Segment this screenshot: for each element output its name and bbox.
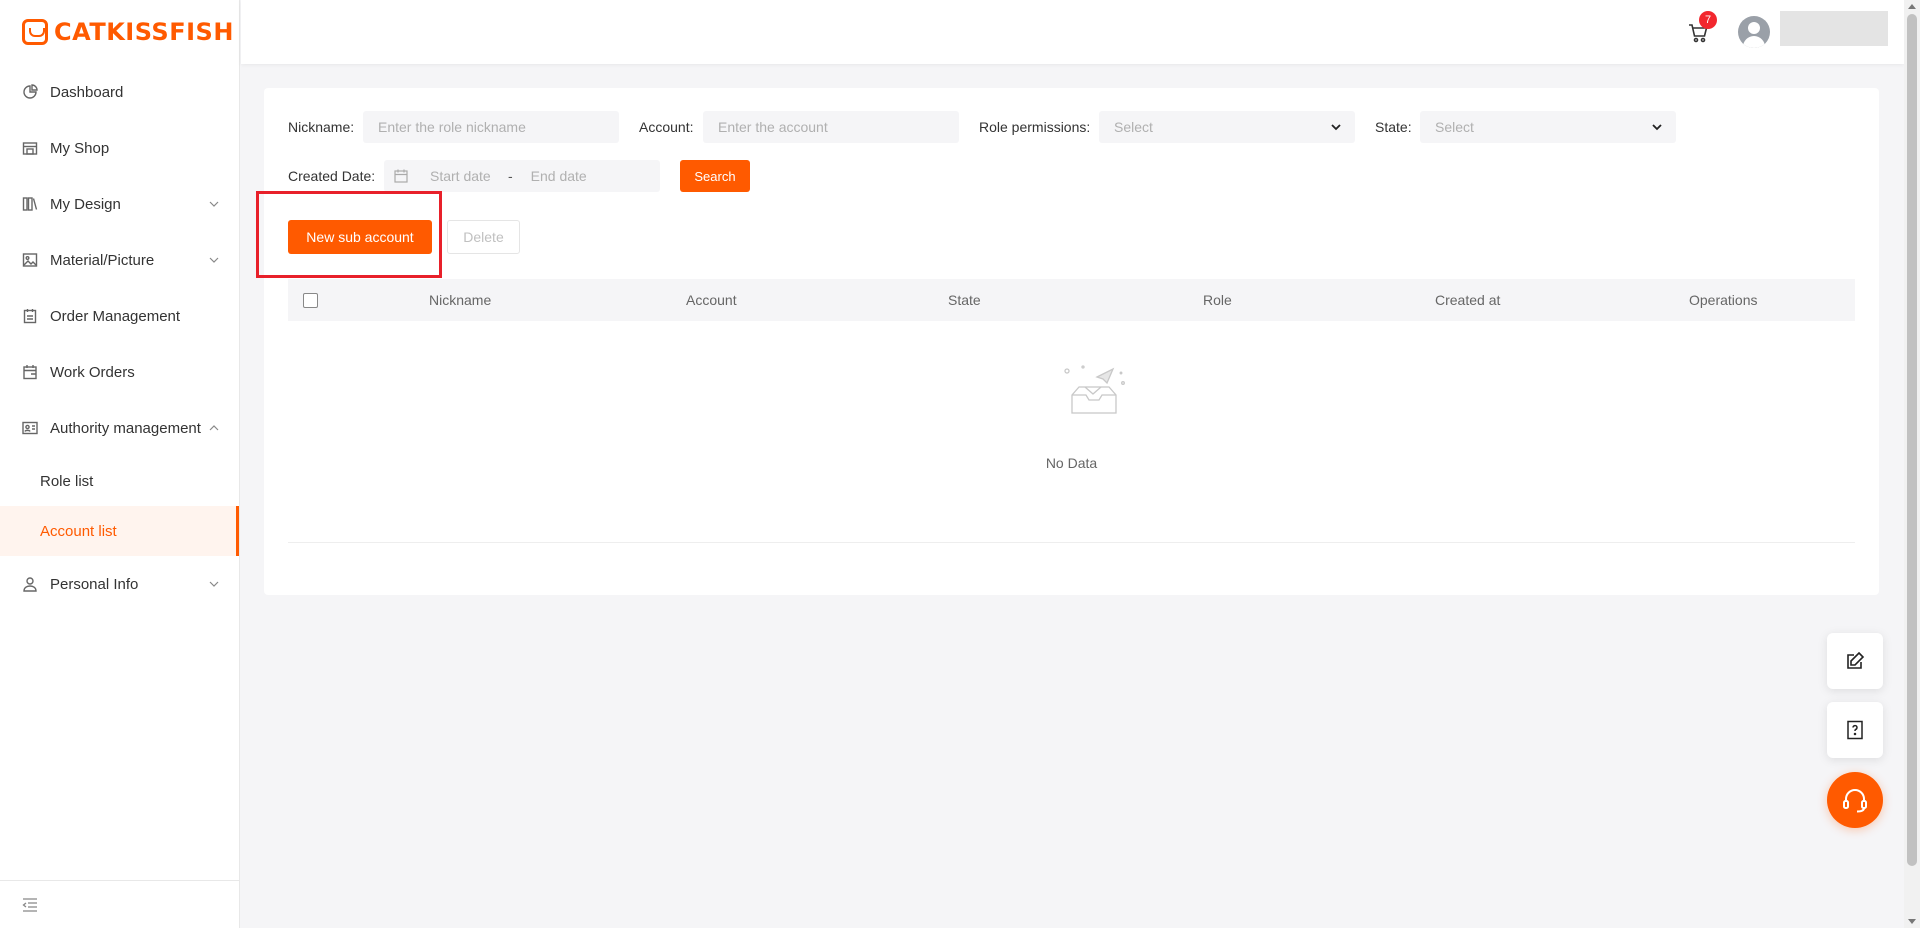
sidebar-item-label: Work Orders — [50, 363, 135, 381]
table-header: Nickname Account State Role Created at O… — [288, 279, 1855, 321]
sidebar-item-my-shop[interactable]: My Shop — [0, 120, 239, 176]
sidebar-menu: Dashboard My Shop My Design Material/Pic… — [0, 64, 239, 612]
scroll-down-arrow[interactable] — [1908, 919, 1916, 924]
highlight-box — [256, 191, 442, 278]
column-header-state: State — [948, 292, 981, 308]
cat-logo-icon — [22, 19, 48, 45]
sidebar-item-order-management[interactable]: Order Management — [0, 288, 239, 344]
help-manual-button[interactable] — [1827, 702, 1883, 758]
calendar-icon — [394, 169, 408, 183]
column-header-nickname: Nickname — [429, 292, 492, 308]
account-input[interactable]: Enter the account — [703, 111, 959, 143]
date-separator: - — [508, 168, 513, 184]
chevron-down-icon — [1331, 124, 1341, 131]
sidebar-item-label: My Design — [50, 195, 121, 213]
column-header-created-at: Created at — [1435, 292, 1501, 308]
sidebar-subitem-role-list[interactable]: Role list — [0, 456, 239, 506]
sidebar-item-label: Personal Info — [50, 575, 139, 593]
role-permissions-label: Role permissions: — [979, 119, 1091, 135]
sidebar-subitem-label: Account list — [40, 522, 117, 540]
collapse-sidebar-button[interactable] — [0, 880, 239, 928]
empty-state-text: No Data — [1045, 455, 1098, 471]
headset-icon — [1843, 789, 1867, 813]
edit-icon — [1847, 651, 1865, 669]
sidebar-item-dashboard[interactable]: Dashboard — [0, 64, 239, 120]
sidebar-item-authority-management[interactable]: Authority management — [0, 400, 239, 456]
account-list-panel: Nickname: Enter the role nickname Accoun… — [264, 88, 1879, 595]
user-name-placeholder[interactable] — [1780, 11, 1888, 46]
id-card-icon — [22, 420, 38, 436]
sidebar-subitem-account-list[interactable]: Account list — [0, 506, 239, 556]
sidebar: CATKISSFISH Dashboard My Shop My Design — [0, 0, 240, 928]
calendar-icon — [22, 364, 38, 380]
empty-inbox-icon — [1064, 365, 1125, 414]
chevron-down-icon — [209, 201, 219, 207]
column-header-account: Account — [686, 292, 737, 308]
state-value: Select — [1435, 119, 1474, 135]
user-icon — [22, 576, 38, 592]
created-date-label: Created Date: — [288, 168, 376, 184]
menu-collapse-icon — [22, 897, 37, 912]
empty-state: No Data — [288, 321, 1855, 543]
account-label: Account: — [639, 119, 694, 135]
help-book-icon — [1847, 720, 1863, 740]
brand-name: CATKISSFISH — [54, 18, 234, 46]
sidebar-item-material-picture[interactable]: Material/Picture — [0, 232, 239, 288]
scroll-up-arrow[interactable] — [1908, 4, 1916, 9]
state-label: State: — [1375, 119, 1412, 135]
page-scrollbar[interactable] — [1904, 0, 1920, 928]
created-date-range[interactable]: Start date - End date — [384, 160, 660, 192]
role-permissions-select[interactable]: Select — [1099, 111, 1355, 143]
state-select[interactable]: Select — [1420, 111, 1676, 143]
sidebar-item-label: Dashboard — [50, 83, 124, 101]
avatar[interactable] — [1738, 16, 1770, 48]
end-date-input[interactable]: End date — [531, 168, 587, 184]
clipboard-icon — [22, 308, 38, 324]
chevron-up-icon — [209, 425, 219, 431]
cart-count-badge: 7 — [1699, 11, 1717, 29]
column-header-operations: Operations — [1689, 292, 1758, 308]
customer-support-button[interactable] — [1827, 772, 1883, 828]
nickname-label: Nickname: — [288, 119, 355, 135]
pie-chart-icon — [22, 84, 38, 100]
image-icon — [22, 252, 38, 268]
select-all-checkbox[interactable] — [303, 293, 318, 308]
sidebar-item-personal-info[interactable]: Personal Info — [0, 556, 239, 612]
chevron-down-icon — [209, 257, 219, 263]
sidebar-item-my-design[interactable]: My Design — [0, 176, 239, 232]
sidebar-item-work-orders[interactable]: Work Orders — [0, 344, 239, 400]
shop-icon — [22, 140, 38, 156]
feedback-button[interactable] — [1827, 633, 1883, 689]
scroll-thumb[interactable] — [1907, 14, 1917, 866]
start-date-input[interactable]: Start date — [430, 168, 500, 184]
column-header-role: Role — [1203, 292, 1232, 308]
brand-logo[interactable]: CATKISSFISH — [0, 0, 239, 64]
search-button[interactable]: Search — [680, 160, 750, 192]
sidebar-item-label: Material/Picture — [50, 251, 155, 269]
delete-button[interactable]: Delete — [447, 220, 520, 254]
top-header: 7 — [241, 0, 1904, 64]
sidebar-item-label: My Shop — [50, 139, 110, 157]
sidebar-item-label: Authority management — [50, 419, 201, 437]
chevron-down-icon — [209, 581, 219, 587]
chevron-down-icon — [1652, 124, 1662, 131]
book-icon — [22, 196, 38, 212]
sidebar-subitem-label: Role list — [40, 472, 94, 490]
nickname-input[interactable]: Enter the role nickname — [363, 111, 619, 143]
sidebar-item-label: Order Management — [50, 307, 181, 325]
role-permissions-value: Select — [1114, 119, 1153, 135]
